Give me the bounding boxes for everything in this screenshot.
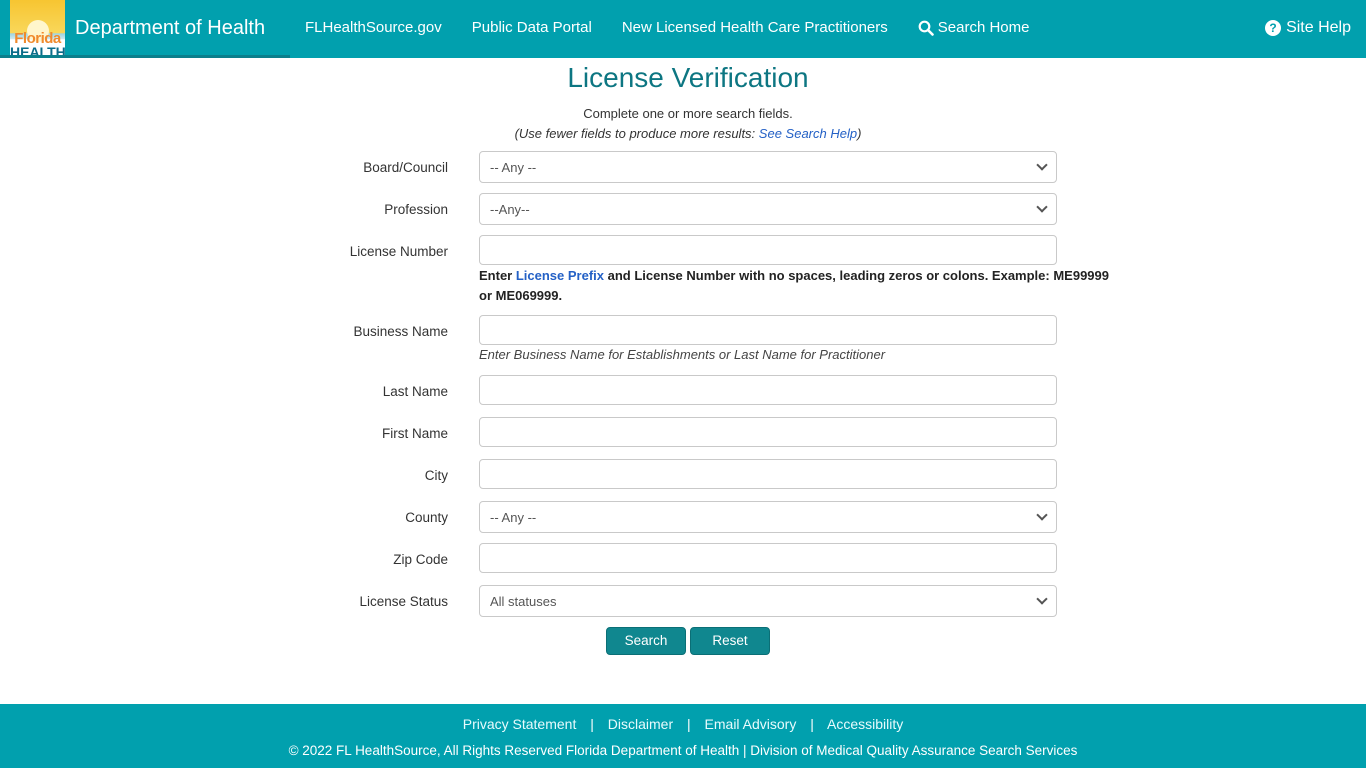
nav-public-data-portal[interactable]: Public Data Portal <box>472 19 592 36</box>
first-name-label: First Name <box>381 426 448 441</box>
license-status-select[interactable]: All statuses <box>479 585 1057 617</box>
search-button[interactable]: Search <box>606 627 686 655</box>
footer-separator: | <box>687 716 691 732</box>
footer: Privacy Statement | Disclaimer | Email A… <box>0 704 1366 768</box>
zip-code-input[interactable] <box>479 543 1057 573</box>
county-label: County <box>405 510 448 525</box>
nav-label: Search Home <box>937 19 1030 36</box>
license-status-value: All statuses <box>490 593 557 609</box>
footer-separator: | <box>590 716 594 732</box>
brand-title[interactable]: Department of Health <box>75 17 265 40</box>
business-name-help: Enter Business Name for Establishments o… <box>479 347 886 362</box>
county-select[interactable]: -- Any -- <box>479 501 1057 533</box>
license-number-label: License Number <box>349 244 448 259</box>
footer-separator: | <box>810 716 814 732</box>
license-number-input[interactable] <box>479 235 1057 265</box>
city-label: City <box>424 468 448 483</box>
main-nav: FLHealthSource.gov Public Data Portal Ne… <box>305 19 1060 36</box>
business-name-label: Business Name <box>353 324 448 339</box>
profession-value: --Any-- <box>490 201 530 217</box>
profession-label: Profession <box>384 202 448 217</box>
disclaimer-link[interactable]: Disclaimer <box>608 716 673 732</box>
accessibility-link[interactable]: Accessibility <box>827 716 903 732</box>
profession-select[interactable]: --Any-- <box>479 193 1057 225</box>
last-name-input[interactable] <box>479 375 1057 405</box>
site-help-link[interactable]: ? Site Help <box>1265 19 1351 37</box>
license-number-help: Enter License Prefix and License Number … <box>479 266 1109 306</box>
copyright: © 2022 FL HealthSource, All Rights Reser… <box>288 743 1078 758</box>
board-value: -- Any -- <box>490 159 537 175</box>
search-hint-close: ) <box>857 126 862 141</box>
nav-search-home[interactable]: Search Home <box>918 19 1030 36</box>
page-subtitle: Complete one or more search fields. <box>583 106 793 121</box>
board-label: Board/Council <box>363 160 448 175</box>
site-help-label: Site Help <box>1286 19 1351 36</box>
chevron-down-icon <box>1036 159 1048 171</box>
search-hint: (Use fewer fields to produce more result… <box>0 126 1366 141</box>
last-name-label: Last Name <box>382 384 448 399</box>
search-hint-text: (Use fewer fields to produce more result… <box>514 126 759 141</box>
nav-label: Public Data Portal <box>471 19 592 36</box>
question-circle-icon: ? <box>1265 20 1282 36</box>
florida-health-logo[interactable]: Florida HEALTH <box>10 0 65 60</box>
license-prefix-link[interactable]: License Prefix <box>516 268 604 283</box>
business-name-input[interactable] <box>479 315 1057 345</box>
board-select[interactable]: -- Any -- <box>479 151 1057 183</box>
search-icon <box>918 20 934 36</box>
page-title: License Verification <box>567 62 809 93</box>
nav-new-licensed-practitioners[interactable]: New Licensed Health Care Practitioners <box>622 19 888 36</box>
footer-links: Privacy Statement | Disclaimer | Email A… <box>0 716 1366 732</box>
chevron-down-icon <box>1036 593 1048 605</box>
nav-label: FLHealthSource.gov <box>305 19 442 36</box>
top-navbar: Florida HEALTH Department of Health FLHe… <box>0 0 1366 60</box>
privacy-statement-link[interactable]: Privacy Statement <box>463 716 577 732</box>
city-input[interactable] <box>479 459 1057 489</box>
nav-label: New Licensed Health Care Practitioners <box>621 19 888 36</box>
nav-flhealthsource[interactable]: FLHealthSource.gov <box>305 19 442 36</box>
brand-underline <box>0 55 290 58</box>
see-search-help-link[interactable]: See Search Help <box>759 126 857 141</box>
chevron-down-icon <box>1036 201 1048 213</box>
chevron-down-icon <box>1036 509 1048 521</box>
email-advisory-link[interactable]: Email Advisory <box>705 716 797 732</box>
reset-button[interactable]: Reset <box>690 627 770 655</box>
license-status-label: License Status <box>359 594 448 609</box>
county-value: -- Any -- <box>490 509 537 525</box>
first-name-input[interactable] <box>479 417 1057 447</box>
help-text: Enter <box>479 268 516 283</box>
zip-code-label: Zip Code <box>393 552 448 567</box>
